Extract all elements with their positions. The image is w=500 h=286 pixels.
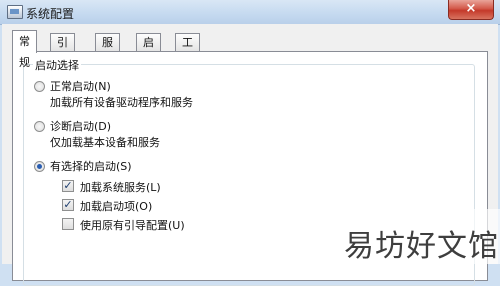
group-legend: 启动选择	[33, 57, 81, 73]
tab-startup[interactable]: 启动	[136, 33, 161, 67]
diagnostic-startup-description: 仅加载基本设备和服务	[50, 136, 160, 149]
load-system-services-label[interactable]: 加载系统服务(L)	[80, 179, 161, 195]
window-title: 系统配置	[26, 7, 75, 21]
normal-startup-description: 加载所有设备驱动程序和服务	[50, 96, 193, 109]
selective-startup-radio[interactable]	[34, 161, 45, 172]
watermark-text: 易坊好文馆	[344, 229, 499, 264]
load-startup-items-label[interactable]: 加载启动项(O)	[80, 198, 152, 214]
tab-services[interactable]: 服务	[95, 33, 120, 67]
watermark: 易坊好文馆	[330, 209, 500, 264]
use-original-boot-config-checkbox[interactable]	[62, 218, 74, 230]
use-original-boot-config-label[interactable]: 使用原有引导配置(U)	[80, 217, 185, 233]
close-button[interactable]: ×	[448, 0, 494, 20]
diagnostic-startup-radio[interactable]	[34, 121, 45, 132]
tab-boot[interactable]: 引导	[50, 33, 75, 67]
load-system-services-checkbox[interactable]: ✓	[62, 180, 74, 192]
normal-startup-label[interactable]: 正常启动(N)	[50, 78, 111, 94]
tab-tools[interactable]: 工具	[175, 33, 200, 67]
tab-general[interactable]: 常规	[12, 30, 37, 69]
normal-startup-radio[interactable]	[34, 81, 45, 92]
load-startup-items-checkbox[interactable]: ✓	[62, 199, 74, 211]
diagnostic-startup-label[interactable]: 诊断启动(D)	[50, 118, 111, 134]
title-bar: 系统配置 ×	[0, 0, 500, 25]
selective-startup-label[interactable]: 有选择的启动(S)	[50, 158, 132, 174]
system-config-icon	[7, 5, 23, 19]
